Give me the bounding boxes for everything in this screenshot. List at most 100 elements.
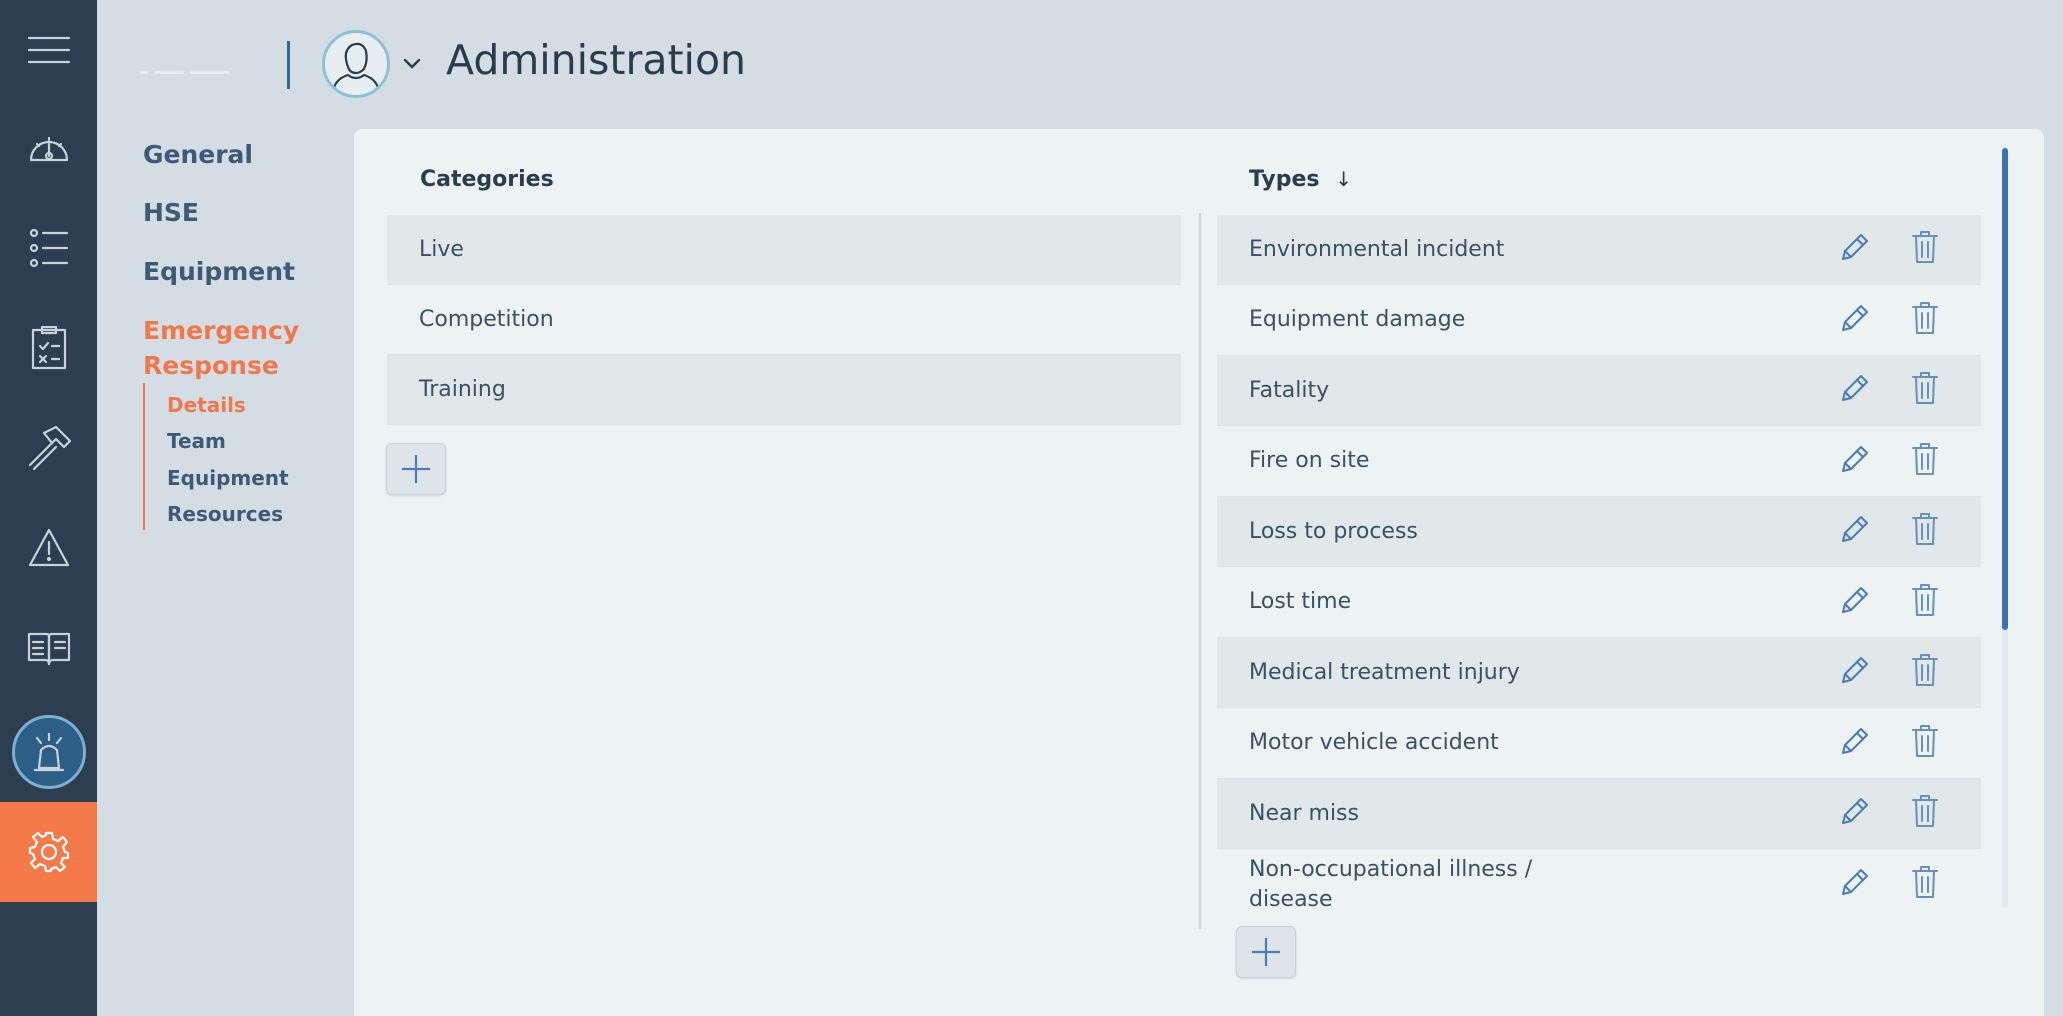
company-logo [140,62,250,82]
types-scrollbar[interactable] [2002,148,2008,908]
user-menu-button[interactable] [400,52,424,76]
type-label: Medical treatment injury [1249,659,1520,685]
pencil-icon [1842,234,1868,260]
column-divider [1199,213,1201,929]
trash-icon [1912,442,1938,475]
edit-button[interactable] [1839,725,1871,763]
edit-button[interactable] [1839,654,1871,692]
type-label: Motor vehicle accident [1249,730,1499,755]
sidenav-item-emergency-response[interactable]: Emergency Response [143,313,303,383]
delete-button[interactable] [1911,442,1939,482]
row-actions [1839,638,1939,708]
category-label: Training [419,377,506,402]
delete-button[interactable] [1911,512,1939,552]
delete-button[interactable] [1911,865,1939,905]
type-row[interactable]: Motor vehicle accident [1217,709,1981,779]
type-row[interactable]: Fire on site [1217,427,1981,497]
subnav-item-details[interactable]: Details [167,393,246,417]
category-label: Live [419,237,464,262]
edit-button[interactable] [1839,302,1871,340]
rail-item-tools[interactable] [0,398,97,498]
type-row[interactable]: Medical treatment injury [1217,638,1981,708]
plus-icon [402,455,430,483]
rail-item-dashboard[interactable] [0,98,97,198]
type-row[interactable]: Fatality [1217,356,1981,426]
book-icon [27,632,70,666]
types-header[interactable]: Types ↓ [1249,167,1352,192]
scrollbar-thumb[interactable] [2002,148,2008,630]
delete-button[interactable] [1911,301,1939,341]
add-type-button[interactable] [1236,926,1296,978]
trash-icon [1912,301,1938,334]
type-row[interactable]: Environmental incident [1217,215,1981,285]
header-divider [287,41,290,89]
type-label: Loss to process [1249,518,1418,544]
edit-button[interactable] [1839,513,1871,551]
rail-item-library[interactable] [0,598,97,698]
trash-icon [1912,583,1938,616]
delete-button[interactable] [1911,724,1939,764]
row-actions [1839,568,1939,638]
siren-icon [33,732,64,772]
type-label: Fatality [1249,377,1330,403]
rail-item-settings[interactable] [0,802,97,902]
pencil-icon [1842,586,1868,613]
delete-button[interactable] [1911,653,1939,693]
menu-button[interactable] [0,0,97,100]
category-row[interactable]: Live [387,215,1181,285]
edit-button[interactable] [1839,795,1871,833]
rail-item-emergency[interactable] [0,702,97,802]
sidenav-item-general[interactable]: General [143,137,253,172]
rail-item-checklist[interactable] [0,298,97,398]
category-row[interactable]: Training [387,355,1181,425]
trash-icon [1912,865,1938,898]
emergency-response-subnav: Details Team Equipment Resources [143,383,343,530]
type-label: Environmental incident [1249,236,1505,262]
checklist-clipboard-icon [31,326,66,370]
add-category-button[interactable] [386,443,446,495]
type-label: Non-occupational illness / disease [1249,856,1533,912]
types-header-label: Types [1249,167,1320,192]
warning-icon [28,528,69,567]
pencil-icon [1842,798,1868,824]
type-row[interactable]: Equipment damage [1217,286,1981,356]
delete-button[interactable] [1911,371,1939,411]
row-actions [1839,215,1939,285]
pencil-icon [1842,516,1868,542]
edit-button[interactable] [1839,584,1871,622]
list-icon [29,228,68,268]
sort-arrow-icon: ↓ [1335,167,1352,191]
pencil-icon [1842,304,1868,331]
dashboard-gauge-icon [29,136,68,162]
trash-icon [1912,654,1938,686]
row-actions [1839,850,1939,920]
sidenav-item-hse[interactable]: HSE [143,195,199,230]
row-actions [1839,497,1939,567]
subnav-item-team[interactable]: Team [167,429,226,453]
edit-button[interactable] [1839,231,1871,269]
categories-header: Categories [420,167,554,192]
rail-item-list[interactable] [0,198,97,298]
type-row[interactable]: Non-occupational illness / disease [1217,850,1981,920]
edit-button[interactable] [1839,372,1871,410]
avatar[interactable] [322,30,390,98]
subnav-item-equipment[interactable]: Equipment [167,466,289,490]
delete-button[interactable] [1911,230,1939,270]
edit-button[interactable] [1839,866,1871,904]
type-row[interactable]: Loss to process [1217,497,1981,567]
type-row[interactable]: Near miss [1217,779,1981,849]
hammer-icon [28,425,71,471]
row-actions [1839,779,1939,849]
edit-button[interactable] [1839,443,1871,481]
category-row[interactable]: Competition [387,285,1181,355]
delete-button[interactable] [1911,794,1939,834]
trash-icon [1912,372,1938,404]
subnav-item-resources[interactable]: Resources [167,502,283,526]
trash-icon [1912,231,1938,263]
gear-icon [28,831,69,873]
delete-button[interactable] [1911,583,1939,623]
sidenav-item-equipment[interactable]: Equipment [143,254,295,289]
type-label: Near miss [1249,800,1359,826]
rail-item-warnings[interactable] [0,498,97,598]
type-row[interactable]: Lost time [1217,568,1981,638]
